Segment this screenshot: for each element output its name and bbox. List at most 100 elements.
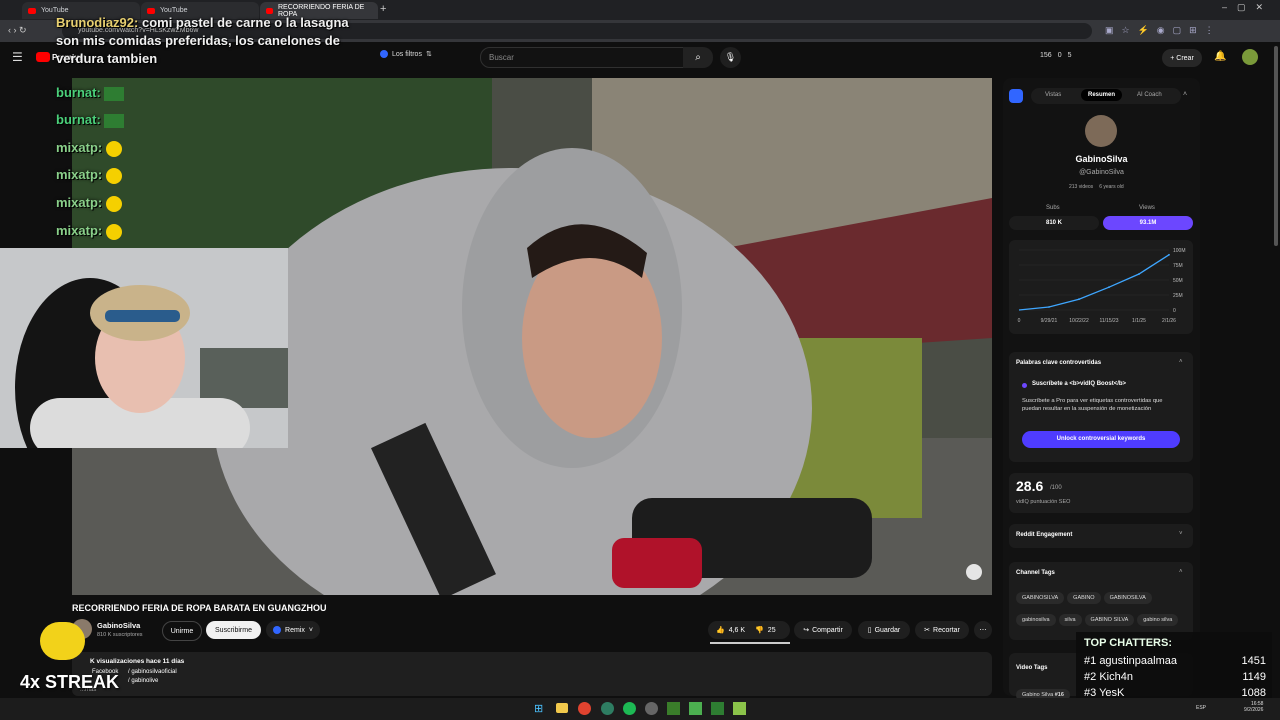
chart-point xyxy=(1108,286,1110,289)
like-dislike-group[interactable]: 👍 4,6 K 👎 25 xyxy=(708,621,790,639)
tab-resumen[interactable]: Resumen xyxy=(1081,89,1123,101)
chat-message: Brunodiaz92: comi pastel de carne o la l… xyxy=(56,15,349,66)
views-value-button[interactable]: 93.1M xyxy=(1103,216,1193,230)
file-explorer-icon[interactable] xyxy=(556,703,568,713)
filters-button[interactable]: Los filtros ⇅ xyxy=(380,50,432,58)
clip-button[interactable]: ✂ Recortar xyxy=(915,621,969,639)
controversial-keywords-card: Palabras clave controvertidas ˄ Suscríbe… xyxy=(1009,352,1193,462)
description-box[interactable]: K visualizaciones hace 11 días Facebook … xyxy=(72,652,992,696)
share-button[interactable]: ↪ Compartir xyxy=(794,621,852,639)
new-tab-icon[interactable]: + xyxy=(380,3,386,15)
tag-chip[interactable]: GABINOSILVA xyxy=(1016,592,1065,604)
youtube-favicon-icon xyxy=(266,7,273,14)
chart-x-tick-label: 0 xyxy=(1018,318,1021,324)
collapse-chevron-icon[interactable]: ˄ xyxy=(1183,91,1187,98)
search-input[interactable]: Buscar xyxy=(480,47,684,68)
obs-icon[interactable] xyxy=(645,702,658,715)
more-actions-icon[interactable]: ⋯ xyxy=(974,621,992,639)
like-ratio-bar xyxy=(710,642,790,644)
tab-ai-coach[interactable]: AI Coach xyxy=(1137,92,1162,98)
microphone-icon[interactable]: 🎙 xyxy=(720,47,741,68)
chart-y-tick-label: 25M xyxy=(1173,293,1183,299)
collapse-chevron-icon[interactable]: ˄ xyxy=(1179,569,1183,575)
webcam-overlay xyxy=(0,248,288,448)
views-line-chart: 100M 75M 50M 25M 0 0 9/29/21 10/22/22 11/15/23 1/… xyxy=(1018,248,1186,324)
save-button[interactable]: ▯ Guardar xyxy=(858,621,910,639)
channel-name[interactable]: GabinoSilva xyxy=(97,621,140,630)
back-forward-icons[interactable]: ‹ › ↻ xyxy=(8,25,27,36)
tag-chip[interactable]: GABINO SILVA xyxy=(1084,614,1135,626)
subscribe-button[interactable]: Suscribirme xyxy=(206,621,261,639)
chat-message: mixatp: xyxy=(56,140,122,157)
vidiq-channel-name: GabinoSilva xyxy=(1075,154,1128,164)
boost-dot-icon xyxy=(1022,383,1027,388)
tag-chip[interactable]: GABINO xyxy=(1067,592,1101,604)
extension-icons[interactable]: ▣☆⚡◉▢⊞⋮ xyxy=(1105,25,1222,36)
join-button[interactable]: Unirme xyxy=(162,621,202,641)
tag-chip[interactable]: GABINOSILVA xyxy=(1103,592,1152,604)
chart-x-tick-label: 10/22/22 xyxy=(1069,318,1089,324)
emote-icon xyxy=(105,167,122,184)
chat-message: mixatp: xyxy=(56,167,122,184)
hamburger-menu-icon[interactable]: ☰ xyxy=(12,50,23,64)
search-icon[interactable]: ⌕ xyxy=(683,47,713,68)
tag-chip[interactable]: silva xyxy=(1058,614,1082,626)
emote-icon xyxy=(104,86,125,101)
expand-chevron-icon[interactable]: ˅ xyxy=(1179,531,1183,537)
chat-message: mixatp: xyxy=(56,223,122,240)
share-icon: ↪ xyxy=(803,627,810,634)
window-controls[interactable]: –▢✕ xyxy=(1222,2,1273,13)
vidiq-tabs: Vistas Resumen AI Coach xyxy=(1031,88,1181,104)
subs-label: Subs xyxy=(1046,205,1060,211)
app-icon[interactable] xyxy=(711,702,724,715)
chart-y-tick-label: 75M xyxy=(1173,263,1183,269)
bookmark-icon: ▯ xyxy=(867,627,872,634)
youtube-favicon-icon xyxy=(147,7,155,14)
vidiq-channel-meta: 213 videos 6 years old xyxy=(1069,184,1124,190)
vidiq-logo-icon xyxy=(1009,89,1023,103)
unlock-keywords-button[interactable]: Unlock controversial keywords xyxy=(1022,431,1180,448)
chart-y-tick-label: 50M xyxy=(1173,278,1183,284)
create-button[interactable]: + Crear xyxy=(1162,49,1202,67)
youtube-logo-icon[interactable] xyxy=(36,52,50,62)
language-indicator[interactable]: ESP xyxy=(1196,705,1206,711)
tag-chip[interactable]: gabinosilva xyxy=(1016,614,1056,626)
channel-tags-card: Channel Tags ˄ GABINOSILVA GABINO GABINOSI… xyxy=(1009,562,1193,640)
app-icon[interactable] xyxy=(601,702,614,715)
tab-vistas[interactable]: Vistas xyxy=(1045,92,1061,98)
scissors-icon: ✂ xyxy=(924,627,931,634)
sliders-icon: ⇅ xyxy=(425,51,432,58)
vidiq-header-stats: 156 0 5 xyxy=(1040,52,1072,59)
app-icon[interactable] xyxy=(689,702,702,715)
page-scrollbar[interactable] xyxy=(1274,46,1278,246)
emote-icon xyxy=(105,195,122,212)
minecraft-icon[interactable] xyxy=(667,702,680,715)
streak-emote-icon xyxy=(40,622,85,660)
chart-x-tick-label: 9/29/21 xyxy=(1041,318,1058,324)
chat-message: mixatp: xyxy=(56,195,122,212)
streak-label: 4x STREAK xyxy=(20,672,120,692)
app-icon[interactable] xyxy=(733,702,746,715)
vidiq-channel-handle: @GabinoSilva xyxy=(1079,169,1124,176)
collapse-chevron-icon[interactable]: ˄ xyxy=(1179,359,1183,365)
spotify-icon[interactable] xyxy=(623,702,636,715)
chart-point xyxy=(1078,298,1080,301)
chrome-icon[interactable] xyxy=(578,702,591,715)
thumbs-up-icon[interactable]: 👍 xyxy=(716,626,725,634)
avatar[interactable] xyxy=(1242,49,1258,65)
reddit-engagement-card[interactable]: Reddit Engagement ˅ xyxy=(1009,524,1193,548)
chart-point xyxy=(1048,306,1050,308)
subs-value-button[interactable]: 810 K xyxy=(1009,216,1099,230)
chart-series-line xyxy=(1018,254,1170,311)
tag-chip[interactable]: gabino silva xyxy=(1137,614,1179,626)
clock[interactable]: 16:58 9/2/2026 xyxy=(1244,701,1263,713)
views-label: Views xyxy=(1139,205,1155,211)
thumbs-down-icon[interactable]: 👎 xyxy=(755,626,764,634)
reaction-icon[interactable] xyxy=(966,564,982,580)
notifications-bell-icon[interactable]: 🔔 xyxy=(1214,51,1226,62)
remix-button[interactable]: Remix ˅ xyxy=(266,621,320,639)
windows-start-icon[interactable]: ⊞ xyxy=(534,702,543,715)
webcam-frame xyxy=(0,248,288,448)
vidiq-sidebar: Vistas Resumen AI Coach ˄ GabinoSilva @G… xyxy=(1003,78,1200,701)
chart-x-tick-label: 2/1/26 xyxy=(1162,318,1176,324)
